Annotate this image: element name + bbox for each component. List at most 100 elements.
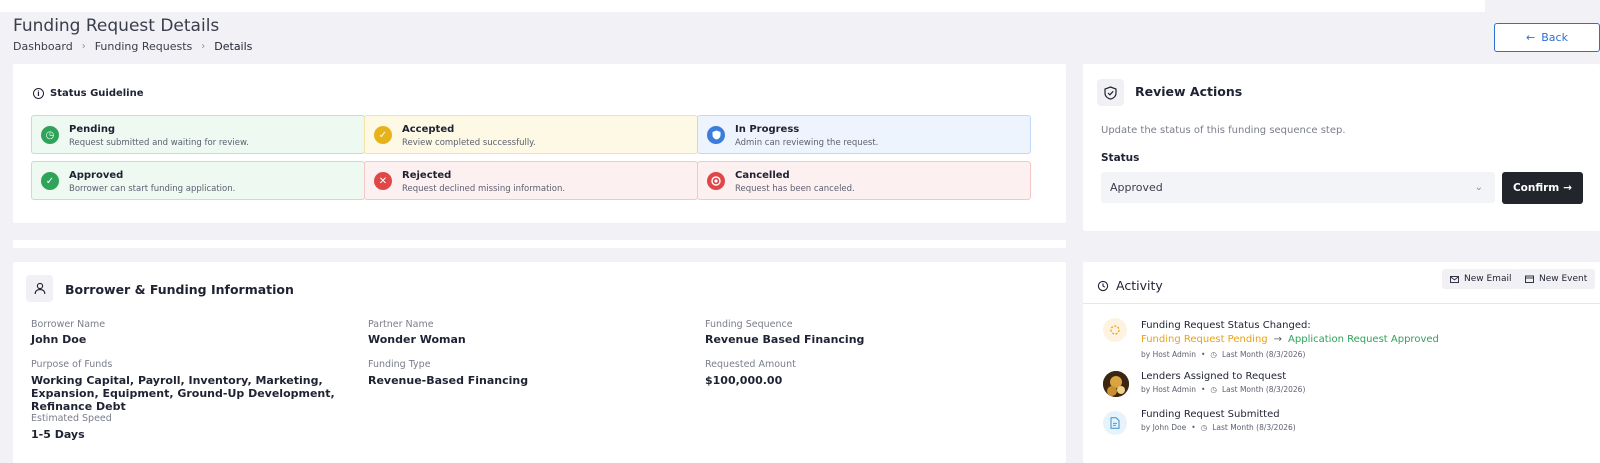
review-actions-description: Update the status of this funding sequen… xyxy=(1101,125,1346,136)
breadcrumb-details: Details xyxy=(214,40,253,53)
activity-time: Last Month (8/3/2026) xyxy=(1212,423,1296,432)
breadcrumb: Dashboard › Funding Requests › Details xyxy=(13,40,252,53)
clock-icon: ◷ xyxy=(1200,423,1208,432)
field-label-funding-type: Funding Type xyxy=(368,359,431,370)
status-item-title: Cancelled xyxy=(735,170,790,181)
status-item-accepted: ✓ Accepted Review completed successfully… xyxy=(364,115,698,154)
activity-divider xyxy=(1083,303,1600,304)
activity-author: by Host Admin xyxy=(1141,385,1196,394)
stop-icon xyxy=(707,172,725,190)
borrower-funding-title: Borrower & Funding Information xyxy=(65,282,294,297)
user-icon xyxy=(26,275,53,302)
activity-status-change: Funding Request Pending → Application Re… xyxy=(1141,334,1439,345)
status-select-value: Approved xyxy=(1110,181,1163,194)
bullet-separator: • xyxy=(1200,385,1206,394)
status-to: Application Request Approved xyxy=(1288,334,1439,345)
mail-icon xyxy=(1450,275,1459,283)
check-icon: ✓ xyxy=(374,126,392,144)
breadcrumb-dashboard[interactable]: Dashboard xyxy=(13,40,73,53)
activity-heading: Activity xyxy=(1097,278,1163,293)
field-value-funding-sequence: Revenue Based Financing xyxy=(705,333,865,346)
page-title: Funding Request Details xyxy=(13,16,220,36)
field-label-funding-sequence: Funding Sequence xyxy=(705,319,793,330)
status-item-desc: Review completed successfully. xyxy=(402,138,536,148)
status-item-title: Pending xyxy=(69,124,116,135)
status-item-desc: Borrower can start funding application. xyxy=(69,184,236,194)
status-item-approved: ✓ Approved Borrower can start funding ap… xyxy=(31,161,365,200)
field-label-partner-name: Partner Name xyxy=(368,319,434,330)
clock-icon: ◷ xyxy=(1210,350,1217,359)
status-item-title: Approved xyxy=(69,170,124,181)
status-item-in-progress: In Progress Admin can reviewing the requ… xyxy=(697,115,1031,154)
clock-icon: ◷ xyxy=(41,126,59,144)
activity-author: by John Doe xyxy=(1141,423,1187,432)
activity-item-title: Funding Request Status Changed: xyxy=(1141,320,1311,331)
arrow-right-icon: → xyxy=(1273,334,1283,345)
bullet-separator: • xyxy=(1191,423,1196,432)
field-value-requested-amount: $100,000.00 xyxy=(705,374,783,387)
status-item-title: Rejected xyxy=(402,170,452,181)
bullet-separator: • xyxy=(1200,350,1206,359)
activity-item-title: Funding Request Submitted xyxy=(1141,409,1280,420)
history-icon xyxy=(1097,280,1109,291)
status-select[interactable]: Approved ⌄ xyxy=(1101,172,1495,203)
activity-item-meta: by Host Admin • ◷ Last Month (8/3/2026) xyxy=(1141,350,1305,359)
back-button[interactable]: ← Back xyxy=(1494,23,1600,52)
confirm-button[interactable]: Confirm → xyxy=(1502,172,1583,204)
status-guideline-heading: i Status Guideline xyxy=(33,88,144,99)
status-item-pending: ◷ Pending Request submitted and waiting … xyxy=(31,115,365,154)
back-button-label: Back xyxy=(1541,31,1568,44)
status-change-icon xyxy=(1103,318,1127,342)
field-label-estimated-speed: Estimated Speed xyxy=(31,413,112,424)
field-label-requested-amount: Requested Amount xyxy=(705,359,796,370)
activity-author: by Host Admin xyxy=(1141,350,1196,359)
activity-time: Last Month (8/3/2026) xyxy=(1221,385,1306,394)
shield-icon xyxy=(707,126,725,144)
arrow-right-icon: → xyxy=(1563,182,1573,194)
field-label-borrower-name: Borrower Name xyxy=(31,319,106,330)
status-item-desc: Request submitted and waiting for review… xyxy=(69,138,249,148)
status-item-desc: Request declined missing information. xyxy=(402,184,566,194)
shield-check-icon xyxy=(1097,79,1124,106)
activity-item-meta: by Host Admin • ◷ Last Month (8/3/2026) xyxy=(1141,385,1305,394)
new-email-button[interactable]: New Email xyxy=(1442,269,1520,289)
status-item-desc: Admin can reviewing the request. xyxy=(735,138,879,148)
field-value-funding-type: Revenue-Based Financing xyxy=(368,374,529,387)
check-icon: ✓ xyxy=(41,172,59,190)
info-icon: i xyxy=(33,88,44,99)
status-item-cancelled: Cancelled Request has been canceled. xyxy=(697,161,1031,200)
status-field-label: Status xyxy=(1101,152,1140,164)
activity-item-title: Lenders Assigned to Request xyxy=(1141,371,1287,382)
arrow-left-icon: ← xyxy=(1526,31,1536,44)
chevron-right-icon: › xyxy=(201,41,206,52)
activity-time: Last Month (8/3/2026) xyxy=(1221,350,1306,359)
new-event-button[interactable]: New Event xyxy=(1517,269,1596,289)
status-item-title: Accepted xyxy=(402,124,455,135)
field-value-borrower-name: John Doe xyxy=(31,333,87,346)
document-icon xyxy=(1103,411,1127,435)
status-item-desc: Request has been canceled. xyxy=(735,184,855,194)
field-label-purpose-of-funds: Purpose of Funds xyxy=(31,359,113,370)
avatar xyxy=(1103,371,1129,397)
clock-icon: ◷ xyxy=(1210,385,1217,394)
field-value-purpose-of-funds: Working Capital, Payroll, Inventory, Mar… xyxy=(31,374,335,413)
card-divider-strip xyxy=(13,240,1066,248)
x-icon: ✕ xyxy=(374,172,392,190)
activity-item-meta: by John Doe • ◷ Last Month (8/3/2026) xyxy=(1141,423,1296,432)
new-email-label: New Email xyxy=(1464,274,1512,284)
status-item-title: In Progress xyxy=(735,124,800,135)
chevron-right-icon: › xyxy=(81,41,86,52)
new-event-label: New Event xyxy=(1539,274,1588,284)
status-guideline-title: Status Guideline xyxy=(50,88,144,99)
top-bar xyxy=(0,0,1485,12)
breadcrumb-funding-requests[interactable]: Funding Requests xyxy=(95,40,193,53)
field-value-estimated-speed: 1-5 Days xyxy=(31,428,85,441)
review-actions-title: Review Actions xyxy=(1135,84,1243,99)
confirm-button-label: Confirm xyxy=(1512,182,1560,194)
field-value-partner-name: Wonder Woman xyxy=(368,333,466,346)
status-from: Funding Request Pending xyxy=(1141,334,1268,345)
chevron-down-icon: ⌄ xyxy=(1474,182,1483,193)
activity-title: Activity xyxy=(1116,278,1163,293)
calendar-icon xyxy=(1525,275,1534,283)
status-item-rejected: ✕ Rejected Request declined missing info… xyxy=(364,161,698,200)
